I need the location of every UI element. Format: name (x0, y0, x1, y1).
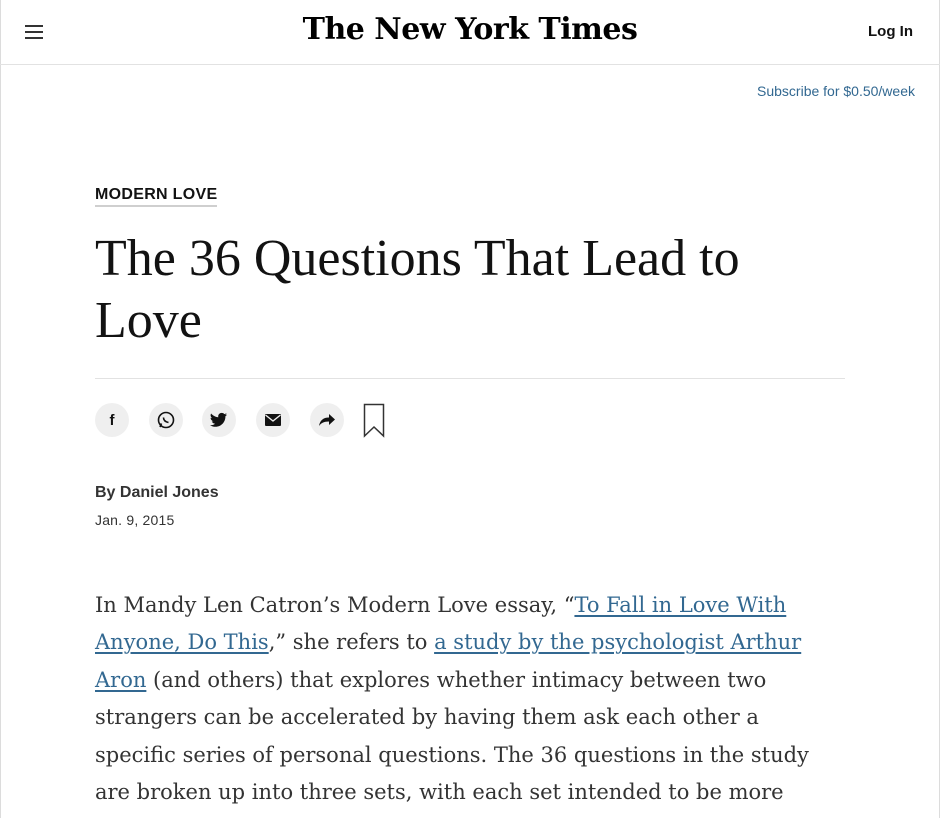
body-text-segment: ,” she refers to (268, 630, 435, 655)
twitter-icon[interactable] (202, 403, 236, 437)
svg-text:f: f (110, 412, 116, 428)
nyt-logo[interactable]: The New York Times (0, 12, 940, 47)
masthead: The New York Times Log In (0, 0, 940, 65)
share-icon[interactable] (310, 403, 344, 437)
article-headline: The 36 Questions That Lead to Love (95, 230, 740, 349)
email-icon[interactable] (256, 403, 290, 437)
publish-date: Jan. 9, 2015 (95, 512, 175, 528)
headline-divider (95, 378, 845, 379)
bookmark-icon[interactable] (363, 403, 385, 439)
whatsapp-icon[interactable] (149, 403, 183, 437)
article-body-paragraph: In Mandy Len Catron’s Modern Love essay,… (95, 587, 845, 811)
body-text-segment: In Mandy Len Catron’s Modern Love essay,… (95, 593, 575, 617)
body-text-segment: (and others) that explores whether intim… (95, 667, 809, 805)
article-byline[interactable]: By Daniel Jones (95, 484, 219, 502)
section-kicker[interactable]: MODERN LOVE (95, 186, 218, 207)
subscribe-link[interactable]: Subscribe for $0.50/week (757, 83, 915, 99)
login-link[interactable]: Log In (868, 23, 913, 40)
facebook-icon[interactable]: f (95, 403, 129, 437)
